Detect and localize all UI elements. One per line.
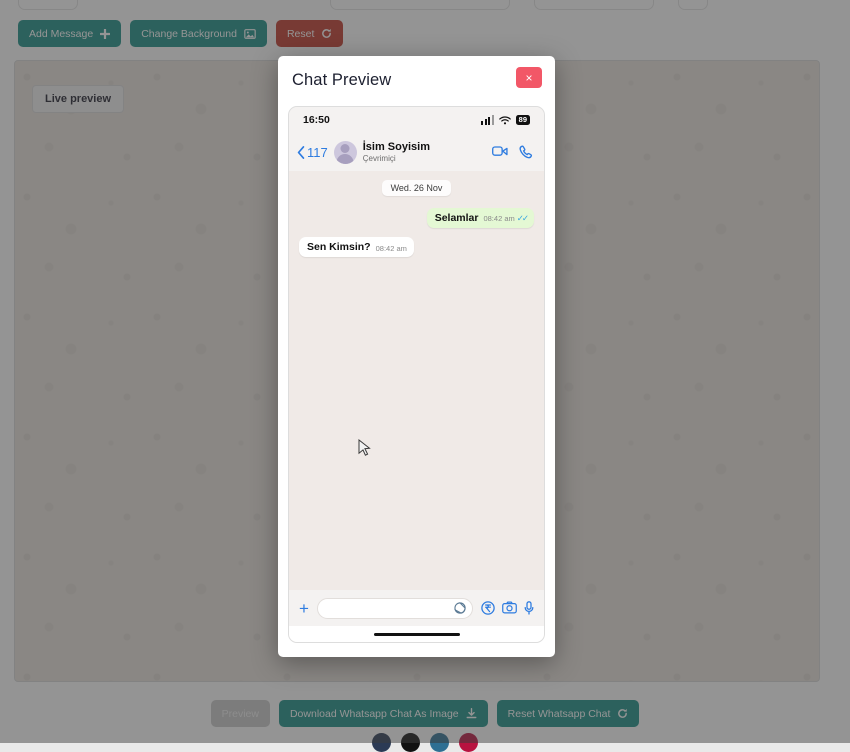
chevron-left-icon <box>297 146 305 159</box>
message-bubble-incoming[interactable]: Sen Kimsin? 08:42 am <box>299 237 414 257</box>
message-meta: 08:42 am ✓✓ <box>483 213 527 224</box>
message-time: 08:42 am <box>376 244 407 253</box>
message-meta: 08:42 am <box>376 244 407 253</box>
plus-icon[interactable]: + <box>299 600 309 617</box>
contact-status: Çevrimiçi <box>363 154 486 163</box>
modal-header: Chat Preview × <box>278 56 555 104</box>
message-text: Sen Kimsin? <box>307 241 371 253</box>
cellular-signal-icon <box>481 115 494 125</box>
avatar <box>334 141 357 164</box>
message-input-wrapper[interactable] <box>317 598 473 619</box>
sticker-icon[interactable] <box>454 602 466 614</box>
close-icon[interactable]: × <box>516 67 542 88</box>
home-indicator <box>289 626 544 642</box>
modal-title: Chat Preview <box>292 71 391 90</box>
back-unread-count: 117 <box>307 145 328 160</box>
contact-name: İsim Soyisim <box>363 141 486 154</box>
date-separator: Wed. 26 Nov <box>382 180 452 196</box>
chat-header: 117 İsim Soyisim Çevrimiçi <box>289 133 544 171</box>
payment-icon[interactable] <box>481 601 495 615</box>
video-camera-icon[interactable] <box>492 145 508 157</box>
chat-input-bar: + <box>289 590 544 626</box>
contact-info: İsim Soyisim Çevrimiçi <box>363 141 486 163</box>
chat-message-list: Wed. 26 Nov Selamlar 08:42 am ✓✓ Sen Kim… <box>289 171 544 590</box>
chat-preview-modal: Chat Preview × 16:50 89 117 İsim Soyisim… <box>278 56 555 657</box>
phone-icon[interactable] <box>519 145 533 159</box>
message-time: 08:42 am <box>483 214 514 223</box>
microphone-icon[interactable] <box>524 601 534 615</box>
phone-status-bar: 16:50 89 <box>289 107 544 133</box>
battery-indicator: 89 <box>516 115 530 125</box>
message-text: Selamlar <box>435 212 479 224</box>
phone-mockup: 16:50 89 117 İsim Soyisim Çevrimiçi <box>288 106 545 643</box>
wifi-icon <box>499 116 511 125</box>
back-button[interactable]: 117 <box>297 145 328 160</box>
status-time: 16:50 <box>303 114 330 126</box>
message-bubble-outgoing[interactable]: Selamlar 08:42 am ✓✓ <box>427 208 534 228</box>
message-row: Sen Kimsin? 08:42 am <box>299 237 534 257</box>
read-receipt-icon: ✓✓ <box>517 213 527 224</box>
message-row: Selamlar 08:42 am ✓✓ <box>299 208 534 228</box>
camera-icon[interactable] <box>502 601 517 614</box>
